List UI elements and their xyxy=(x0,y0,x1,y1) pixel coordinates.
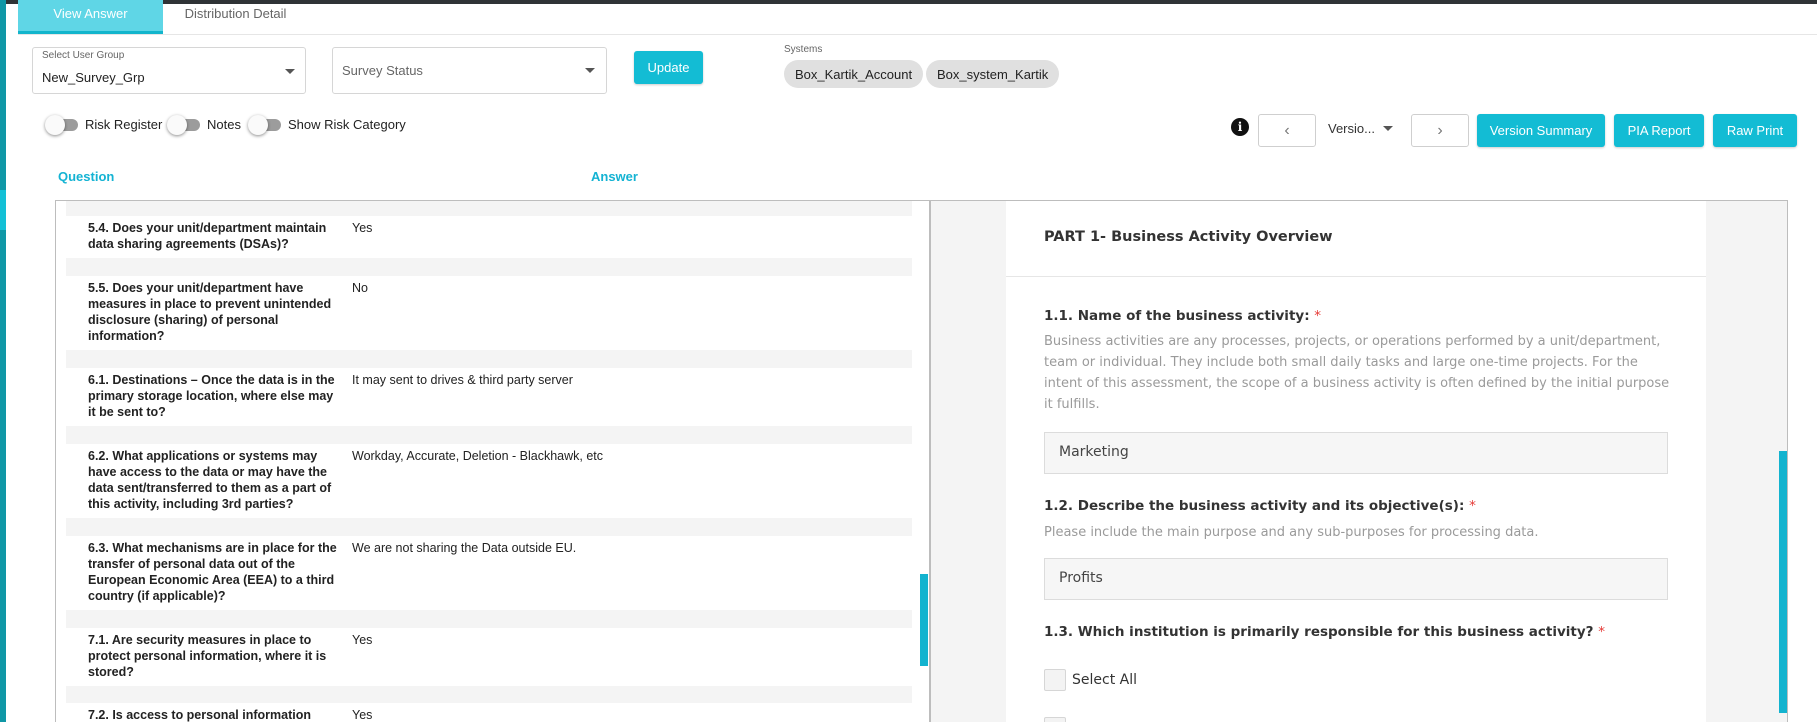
answer-text: Yes xyxy=(352,221,373,235)
info-icon[interactable]: i xyxy=(1231,118,1249,136)
answer-text: We are not sharing the Data outside EU. xyxy=(352,541,577,555)
question-1-2-label: 1.2. Describe the business activity and … xyxy=(1044,498,1476,514)
toggle-knob xyxy=(167,114,187,135)
tab-bar: View Answer Distribution Detail xyxy=(18,0,308,34)
toggle-track[interactable] xyxy=(248,114,281,135)
user-group-value: New_Survey_Grp xyxy=(42,70,145,85)
select-all-label: Select All xyxy=(1072,672,1137,688)
form-card: PART 1- Business Activity Overview 1.1. … xyxy=(1006,201,1706,722)
tab-underline xyxy=(18,34,1817,35)
answer-column-header: Answer xyxy=(591,169,638,184)
version-value: Versio... xyxy=(1328,121,1375,136)
table-row: 7.2. Is access to personal information Y… xyxy=(66,703,912,722)
user-group-label: Select User Group xyxy=(42,50,125,61)
question-text: 6.2. What applications or systems may ha… xyxy=(88,449,332,511)
question-1-1-help: Business activities are any processes, p… xyxy=(1044,334,1670,412)
question-text: 7.1. Are security measures in place to p… xyxy=(88,633,327,679)
toggle-knob xyxy=(45,114,65,135)
answer-text: Workday, Accurate, Deletion - Blackhawk,… xyxy=(352,449,604,463)
user-group-select[interactable]: Select User Group New_Survey_Grp xyxy=(32,47,306,94)
risk-register-label: Risk Register xyxy=(85,117,163,132)
part-divider xyxy=(1006,276,1706,277)
show-risk-category-toggle[interactable]: Show Risk Category xyxy=(248,114,406,135)
chevron-left-icon: ‹ xyxy=(1284,121,1290,139)
table-row: 7.1. Are security measures in place to p… xyxy=(66,628,912,686)
risk-register-toggle[interactable]: Risk Register xyxy=(45,114,163,135)
systems-label: Systems xyxy=(784,44,823,55)
version-summary-button[interactable]: Version Summary xyxy=(1477,114,1605,147)
question-text: 5.4. Does your unit/department maintain … xyxy=(88,221,327,251)
prev-version-button[interactable]: ‹ xyxy=(1258,114,1316,147)
answer-text: It may sent to drives & third party serv… xyxy=(352,373,573,387)
question-column-header: Question xyxy=(58,169,115,184)
part-title: PART 1- Business Activity Overview xyxy=(1044,229,1333,245)
chevron-down-icon xyxy=(585,68,595,73)
next-version-button[interactable]: › xyxy=(1411,114,1469,147)
qa-scrollbar[interactable] xyxy=(920,574,928,666)
notes-toggle[interactable]: Notes xyxy=(167,114,241,135)
tab-view-answer[interactable]: View Answer xyxy=(18,0,163,34)
version-select[interactable]: Versio... xyxy=(1328,121,1393,136)
question-1-1-label: 1.1. Name of the business activity: * xyxy=(1044,308,1322,324)
form-scrollbar[interactable] xyxy=(1779,451,1787,713)
table-row: 5.5. Does your unit/department have meas… xyxy=(66,276,912,350)
select-all-checkbox[interactable] xyxy=(1044,669,1066,691)
tab-distribution-detail[interactable]: Distribution Detail xyxy=(163,0,308,34)
question-text: 6.3. What mechanisms are in place for th… xyxy=(88,541,337,603)
required-mark: * xyxy=(1314,308,1322,324)
raw-print-button[interactable]: Raw Print xyxy=(1713,114,1797,147)
survey-status-placeholder: Survey Status xyxy=(342,63,423,78)
left-accent-strip xyxy=(0,0,6,722)
left-accent-highlight xyxy=(0,190,6,230)
question-text: 5.5. Does your unit/department have meas… xyxy=(88,281,332,343)
table-row: 6.3. What mechanisms are in place for th… xyxy=(66,536,912,610)
notes-label: Notes xyxy=(207,117,241,132)
answer-text: No xyxy=(352,281,368,295)
system-chip[interactable]: Box_system_Kartik xyxy=(926,60,1060,88)
required-mark: * xyxy=(1469,498,1476,514)
business-activity-description-field[interactable]: Profits xyxy=(1044,558,1668,600)
question-1-2-help: Please include the main purpose and any … xyxy=(1044,525,1539,540)
business-activity-name-field[interactable]: Marketing xyxy=(1044,432,1668,474)
toggle-track[interactable] xyxy=(45,114,78,135)
answer-text: Yes xyxy=(352,708,373,722)
chevron-down-icon xyxy=(1382,126,1393,131)
table-row: 6.1. Destinations – Once the data is in … xyxy=(66,368,912,426)
update-button[interactable]: Update xyxy=(634,51,703,84)
question-text: 6.1. Destinations – Once the data is in … xyxy=(88,373,335,419)
chevron-down-icon xyxy=(285,69,295,74)
required-mark: * xyxy=(1598,624,1605,640)
question-text: 7.2. Is access to personal information xyxy=(88,708,311,722)
question-1-3-label: 1.3. Which institution is primarily resp… xyxy=(1044,624,1605,640)
toggle-track[interactable] xyxy=(167,114,200,135)
qa-list[interactable]: 5.4. Does your unit/department maintain … xyxy=(66,201,912,722)
pia-report-button[interactable]: PIA Report xyxy=(1614,114,1704,147)
show-risk-category-label: Show Risk Category xyxy=(288,117,406,132)
answer-text: Yes xyxy=(352,633,373,647)
table-row: 5.4. Does your unit/department maintain … xyxy=(66,216,912,258)
institution-checkbox[interactable] xyxy=(1044,717,1066,722)
table-row: 6.2. What applications or systems may ha… xyxy=(66,444,912,518)
survey-status-select[interactable]: Survey Status xyxy=(332,47,607,94)
toggle-knob xyxy=(248,114,268,135)
system-chip[interactable]: Box_Kartik_Account xyxy=(784,60,924,88)
chevron-right-icon: › xyxy=(1437,121,1443,139)
main-panel: 5.4. Does your unit/department maintain … xyxy=(55,200,1788,722)
